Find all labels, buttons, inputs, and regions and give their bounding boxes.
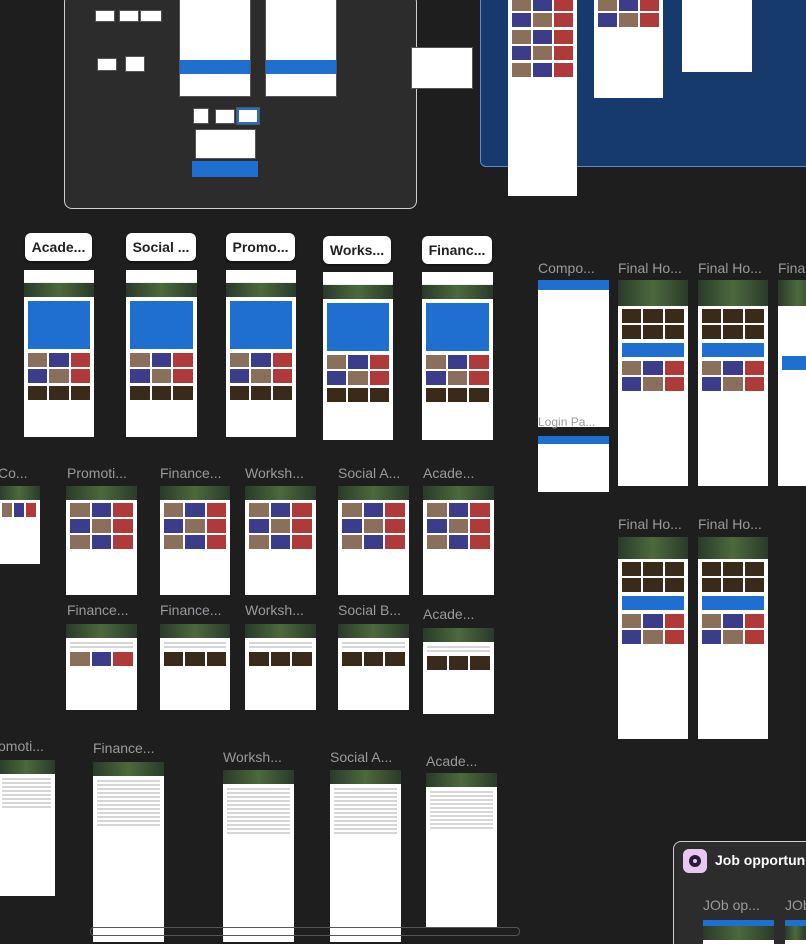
frame-label[interactable]: Finance... [67,602,128,618]
home-page-frame[interactable] [698,280,768,486]
component-thumb[interactable] [194,109,208,123]
frame-label[interactable]: Acade... [423,606,474,622]
frame-label[interactable]: Worksh... [245,465,304,481]
login-page-frame[interactable] [538,436,609,492]
component-thumb[interactable] [216,110,234,123]
map-component[interactable] [196,130,255,158]
component-bar [180,60,250,74]
component-thumb[interactable] [96,11,114,21]
listing-page-frame[interactable] [422,272,493,440]
home-page-frame[interactable] [618,537,688,739]
section-label-promo[interactable]: Promo... [226,233,295,261]
article-page-frame[interactable] [223,770,294,942]
section-icon [683,849,707,873]
component-thumb-selected[interactable] [237,108,259,124]
detail-page-frame[interactable] [66,624,137,710]
frame-label[interactable]: omoti... [0,738,44,754]
category-page-frame[interactable] [0,486,40,564]
detail-page-frame[interactable] [423,628,494,714]
frame-label[interactable]: Social B... [338,602,401,618]
frame-label[interactable]: Final Ho... [618,260,682,276]
frame-label[interactable]: Worksh... [223,749,282,765]
section-label-works[interactable]: Works... [323,236,391,264]
home-page-frame[interactable] [778,280,806,486]
listing-page-frame[interactable] [323,272,393,440]
frame-label[interactable]: Compo... [538,260,595,276]
frame-label[interactable]: Final Ho... [698,516,762,532]
frame-label[interactable]: Social A... [338,465,400,481]
component-frame[interactable] [180,0,250,96]
frame-label[interactable]: JOb [785,897,806,913]
home-page-frame[interactable] [698,537,768,739]
detail-page-frame[interactable] [160,624,230,710]
listing-page-frame[interactable] [226,270,296,437]
frame-label[interactable]: Login Pa... [538,415,595,429]
component-thumb[interactable] [98,59,116,70]
home-page-frame[interactable] [618,280,688,486]
frame-label[interactable]: Social A... [330,749,392,765]
design-canvas[interactable]: Acade... Social ... Promo... Works... Fi… [0,0,806,944]
frame-label[interactable]: Finance... [93,740,154,756]
component-bar [266,60,336,74]
category-page-frame[interactable] [66,486,137,595]
frame-label[interactable]: Fina [778,260,805,276]
category-page-frame[interactable] [160,486,230,595]
component-frame[interactable] [266,0,336,96]
article-page-frame[interactable] [330,770,401,942]
category-page-frame[interactable] [245,486,316,595]
section-label-financ[interactable]: Financ... [422,236,492,264]
section-label-social[interactable]: Social ... [126,233,196,261]
listing-page-frame[interactable] [24,270,94,437]
canvas-scrollbar[interactable] [90,927,520,936]
article-page-frame[interactable] [426,773,497,928]
frame-label[interactable]: JOb op... [703,897,760,913]
frame-label[interactable]: Co... [0,465,28,481]
category-page-frame[interactable] [423,486,494,595]
map-thumb[interactable] [126,57,144,71]
job-page-frame[interactable] [703,920,774,944]
frame-label[interactable]: Finance... [160,465,221,481]
component-thumb[interactable] [120,11,138,21]
component-thumb[interactable] [141,11,161,21]
frame-label[interactable]: Acade... [423,465,474,481]
listing-page-frame[interactable] [126,270,197,437]
event-detail-frame[interactable] [682,0,752,72]
frame-label[interactable]: Acade... [426,753,477,769]
article-page-frame[interactable] [0,760,55,896]
detail-page-frame[interactable] [245,624,316,710]
article-page-frame[interactable] [93,762,164,942]
frame-label[interactable]: Final Ho... [698,260,762,276]
job-page-frame[interactable] [785,920,806,944]
detail-page-frame[interactable] [338,624,409,710]
frame-label[interactable]: Worksh... [245,602,304,618]
events-page-frame[interactable] [508,0,577,196]
component-card[interactable] [412,48,472,88]
section-label-academic[interactable]: Acade... [25,233,92,261]
frame-label[interactable]: Finance... [160,602,221,618]
events-page-frame[interactable] [594,0,663,98]
component-bar [192,161,258,177]
component-page-frame[interactable] [538,280,609,427]
frame-label[interactable]: Final Ho... [618,516,682,532]
frame-label[interactable]: Promoti... [67,465,127,481]
job-section-title[interactable]: Job opportuni [715,852,806,868]
category-page-frame[interactable] [338,486,409,595]
